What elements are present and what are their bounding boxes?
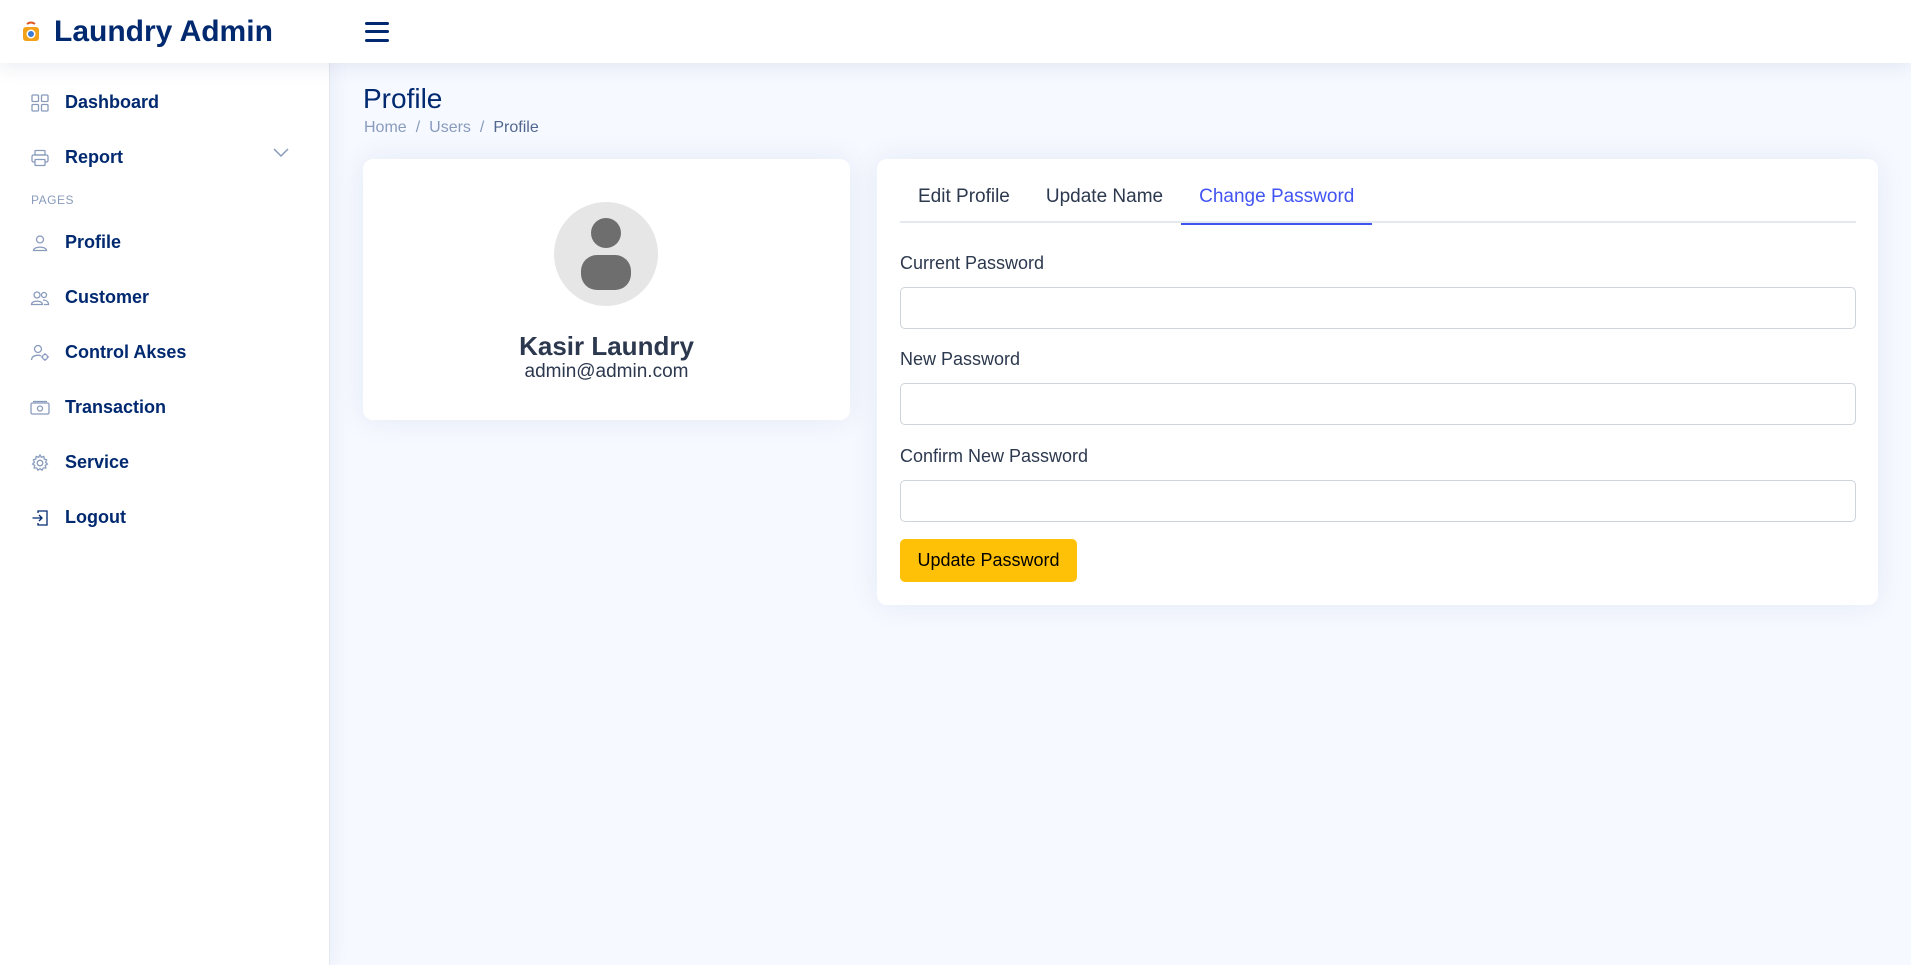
sidebar-item-logout[interactable]: Logout [0,490,329,545]
printer-icon [30,148,50,168]
sidebar: Dashboard Report PAGES Profile Customer … [0,63,330,965]
sidebar-item-service[interactable]: Service [0,435,329,490]
update-password-button[interactable]: Update Password [900,539,1077,582]
cash-icon [30,398,50,418]
top-header: Laundry Admin [0,0,1911,63]
sidebar-item-label: Customer [65,287,150,307]
sidebar-item-report[interactable]: Report [0,130,329,185]
main-content: Profile Home / Users / Profile Kasir Lau… [330,63,1911,965]
box-arrow-in-right-icon [30,508,50,528]
sidebar-item-label: Control Akses [65,342,187,362]
profile-card: Kasir Laundry admin@admin.com [363,159,850,420]
gear-icon [30,453,50,473]
sidebar-item-label: Logout [65,507,126,527]
tab-edit-profile[interactable]: Edit Profile [900,179,1028,223]
chevron-down-icon[interactable] [273,148,289,158]
breadcrumb-home[interactable]: Home [364,119,407,137]
sidebar-item-customer[interactable]: Customer [0,270,329,325]
person-icon [30,233,50,253]
logo[interactable]: Laundry Admin [20,15,336,49]
sidebar-item-label: Service [65,452,130,472]
profile-email: admin@admin.com [524,361,689,382]
laundry-logo-icon [23,21,39,41]
profile-tabs: Edit Profile Update Name Change Password [900,179,1856,225]
confirm-password-label: Confirm New Password [900,446,1089,466]
sidebar-item-label: Dashboard [65,92,160,112]
sidebar-item-label: Profile [65,232,122,252]
avatar [554,202,658,306]
breadcrumb-users[interactable]: Users [429,119,471,137]
current-password-field[interactable] [900,287,1856,329]
sidebar-item-profile[interactable]: Profile [0,215,329,270]
tab-change-password[interactable]: Change Password [1181,179,1373,225]
breadcrumb-profile: Profile [493,119,539,136]
sidebar-item-control-akses[interactable]: Control Akses [0,325,329,380]
confirm-password-field[interactable] [900,480,1856,522]
profile-settings-card: Edit Profile Update Name Change Password… [877,159,1878,605]
sidebar-item-label: Transaction [65,397,167,417]
person-gear-icon [30,343,50,363]
app-title: Laundry Admin [54,14,273,48]
person-icon [581,218,631,290]
tab-update-name[interactable]: Update Name [1028,179,1181,223]
sidebar-item-dashboard[interactable]: Dashboard [0,75,329,130]
sidebar-item-label: Report [65,147,123,167]
profile-name: Kasir Laundry [519,331,694,361]
breadcrumb: Home / Users / Profile [364,119,539,137]
people-icon [30,288,50,308]
sidebar-section-heading: PAGES [31,193,74,207]
current-password-label: Current Password [900,253,1045,273]
page-title: Profile [363,83,443,114]
sidebar-item-transaction[interactable]: Transaction [0,380,329,435]
grid-icon [30,93,50,113]
new-password-field[interactable] [900,383,1856,425]
new-password-label: New Password [900,349,1021,369]
hamburger-menu-icon[interactable] [362,17,392,47]
